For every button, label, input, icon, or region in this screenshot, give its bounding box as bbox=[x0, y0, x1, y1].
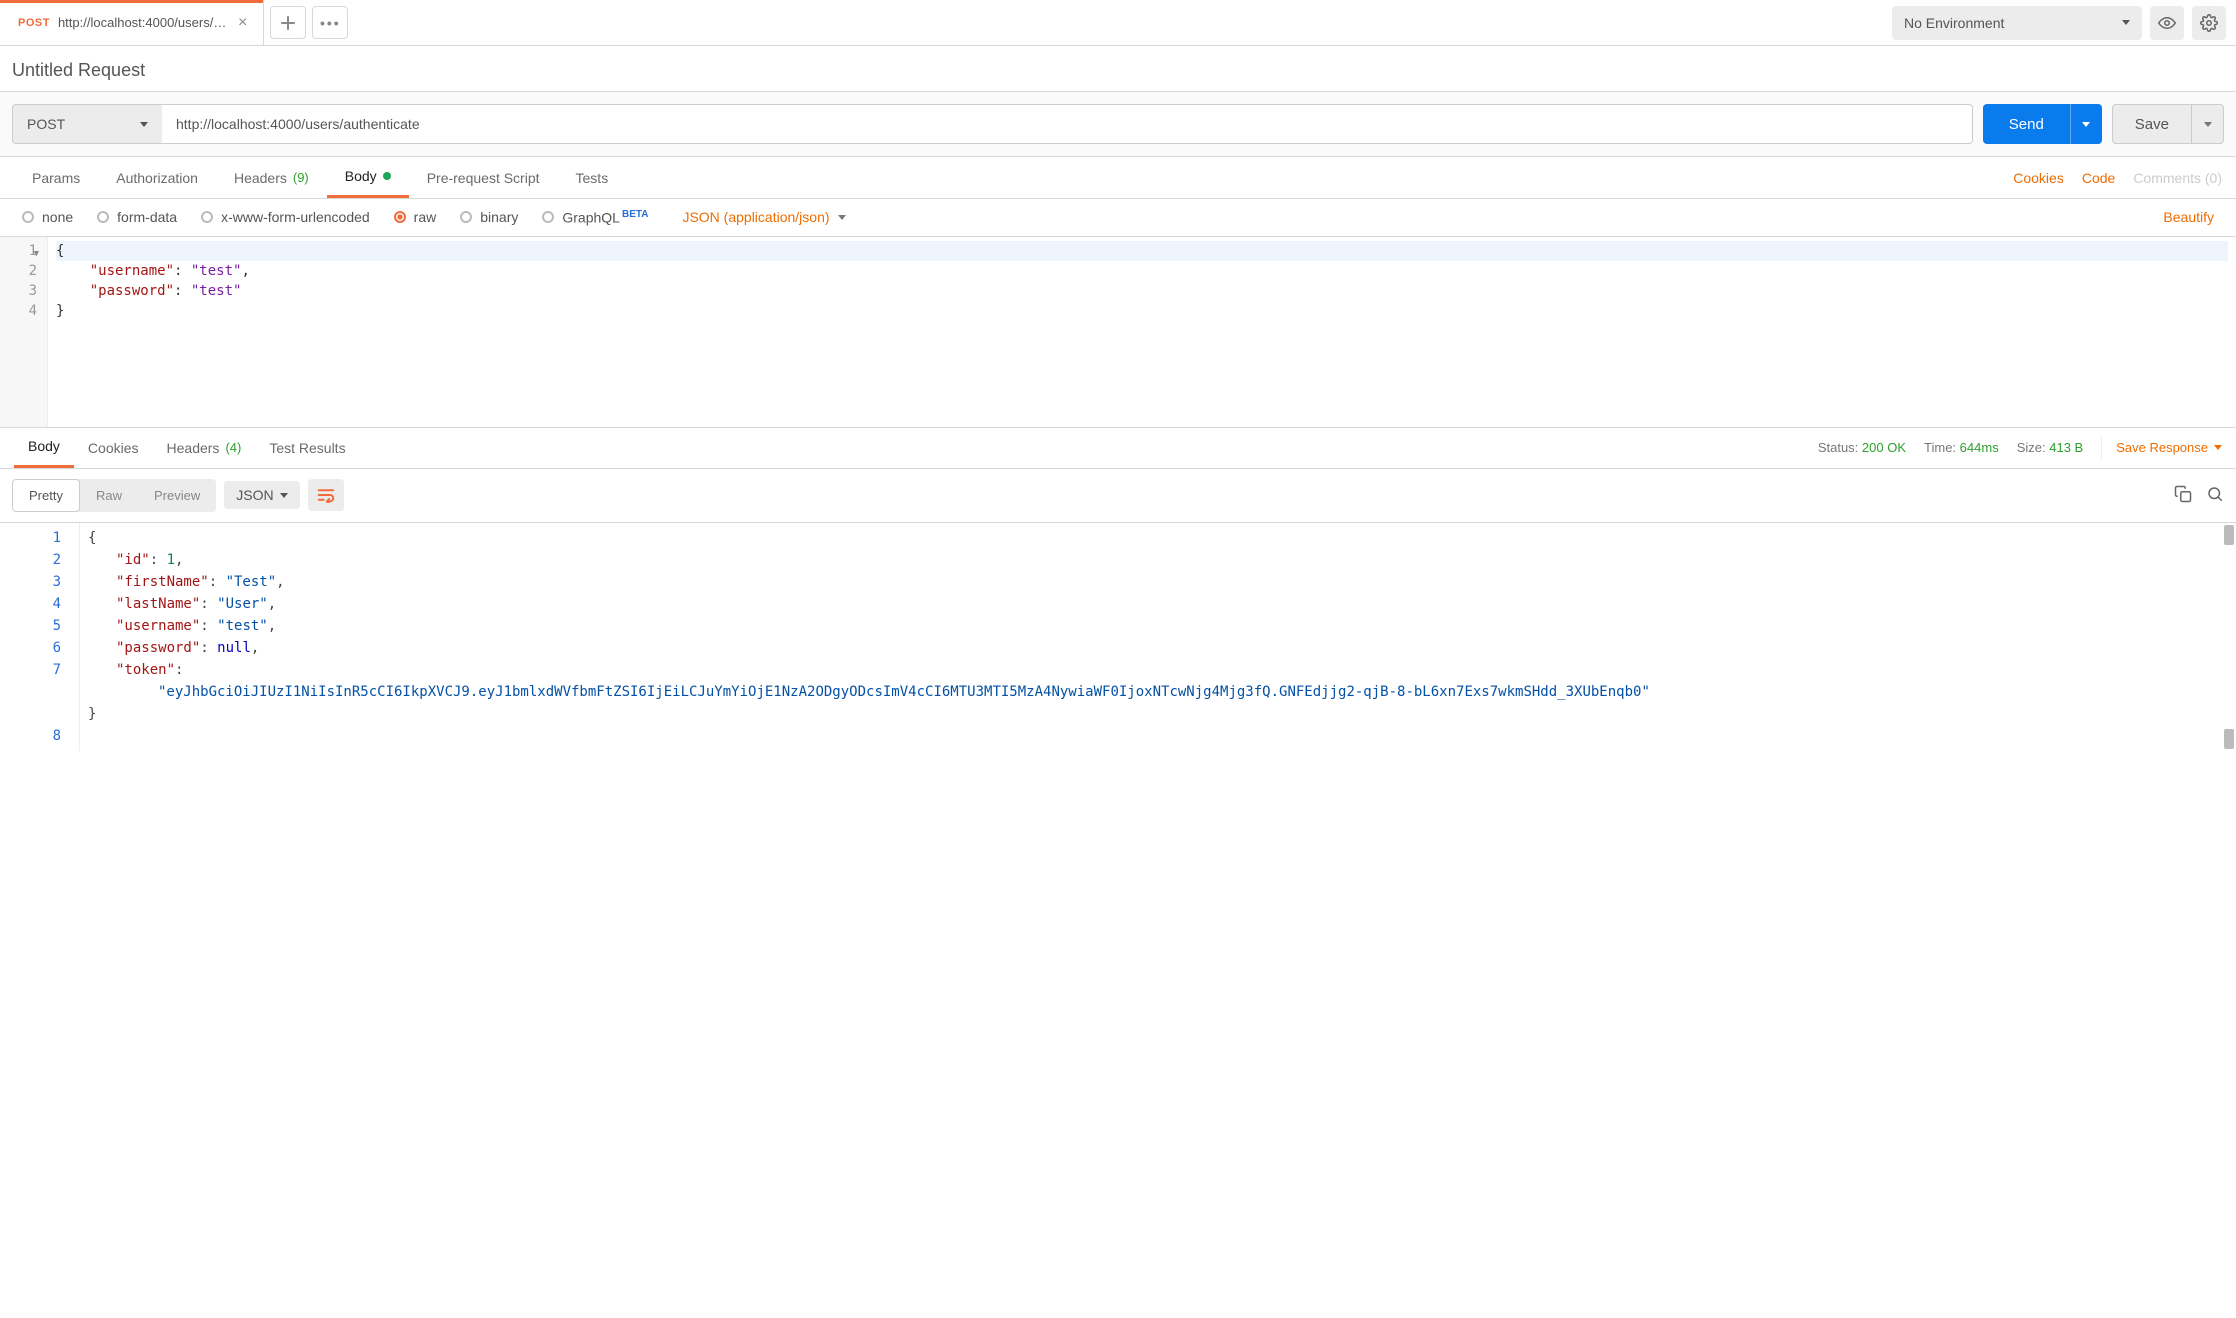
response-tab-headers[interactable]: Headers (4) bbox=[153, 428, 256, 468]
body-mode-none[interactable]: none bbox=[22, 209, 73, 225]
body-mode-row: none form-data x-www-form-urlencoded raw… bbox=[0, 199, 2236, 237]
body-mode-graphql[interactable]: GraphQLBETA bbox=[542, 209, 648, 226]
send-dropdown-button[interactable] bbox=[2070, 104, 2102, 144]
view-preview[interactable]: Preview bbox=[138, 479, 216, 512]
response-format-selector[interactable]: JSON bbox=[224, 481, 299, 509]
save-button[interactable]: Save bbox=[2112, 104, 2192, 144]
request-body-editor[interactable]: 1▼ 2 3 4 { "username": "test", "password… bbox=[0, 237, 2236, 427]
body-mode-xwww[interactable]: x-www-form-urlencoded bbox=[201, 209, 370, 225]
tab-body[interactable]: Body bbox=[327, 157, 409, 198]
url-row: POST Send Save bbox=[0, 92, 2236, 157]
content-type-selector[interactable]: JSON (application/json) bbox=[682, 209, 845, 225]
content-type-label: JSON (application/json) bbox=[682, 209, 829, 225]
wrap-lines-button[interactable] bbox=[308, 479, 344, 511]
wrap-icon bbox=[316, 487, 336, 503]
status-value: 200 OK bbox=[1862, 440, 1906, 455]
time-value: 644ms bbox=[1960, 440, 1999, 455]
response-view-segment: Pretty Raw Preview bbox=[12, 479, 216, 512]
http-method-label: POST bbox=[27, 116, 65, 132]
size-value: 413 B bbox=[2049, 440, 2083, 455]
search-icon bbox=[2206, 485, 2224, 503]
tab-tests[interactable]: Tests bbox=[558, 157, 627, 198]
response-code[interactable]: { "id": 1, "firstName": "Test", "lastNam… bbox=[80, 523, 2236, 751]
url-input-group: POST bbox=[12, 104, 1973, 144]
top-right-controls: No Environment bbox=[1882, 6, 2236, 40]
tabs-region: POST http://localhost:4000/users/a... × … bbox=[0, 0, 1882, 45]
chevron-down-icon bbox=[2082, 122, 2090, 127]
tab-overflow-button[interactable]: ••• bbox=[312, 6, 348, 39]
view-raw[interactable]: Raw bbox=[80, 479, 138, 512]
tab-method-badge: POST bbox=[18, 17, 50, 29]
editor-code[interactable]: { "username": "test", "password": "test"… bbox=[48, 237, 2236, 427]
close-icon[interactable]: × bbox=[236, 13, 249, 33]
response-toolbar: Pretty Raw Preview JSON bbox=[0, 469, 2236, 523]
new-tab-button[interactable] bbox=[270, 6, 306, 39]
scrollbar-thumb[interactable] bbox=[2224, 525, 2234, 545]
view-pretty[interactable]: Pretty bbox=[12, 479, 80, 512]
body-mode-binary[interactable]: binary bbox=[460, 209, 518, 225]
send-button-group: Send bbox=[1983, 104, 2102, 144]
request-tabs: Params Authorization Headers (9) Body Pr… bbox=[0, 157, 2236, 199]
response-headers-count: (4) bbox=[225, 440, 241, 455]
request-title[interactable]: Untitled Request bbox=[12, 60, 145, 80]
response-tabs: Body Cookies Headers (4) Test Results bbox=[14, 428, 360, 468]
size-label: Size: 413 B bbox=[2017, 440, 2084, 455]
request-tab[interactable]: POST http://localhost:4000/users/a... × bbox=[0, 0, 264, 45]
save-dropdown-button[interactable] bbox=[2192, 104, 2224, 144]
scrollbar-thumb[interactable] bbox=[2224, 729, 2234, 749]
search-button[interactable] bbox=[2206, 485, 2224, 506]
gear-icon bbox=[2200, 14, 2218, 32]
comments-link[interactable]: Comments (0) bbox=[2133, 170, 2222, 186]
status-label: Status: 200 OK bbox=[1818, 440, 1906, 455]
environment-label: No Environment bbox=[1904, 15, 2004, 31]
tab-title: http://localhost:4000/users/a... bbox=[58, 15, 228, 30]
chevron-down-icon bbox=[140, 122, 148, 127]
save-response-button[interactable]: Save Response bbox=[2101, 436, 2222, 460]
save-button-group: Save bbox=[2112, 104, 2224, 144]
cookies-link[interactable]: Cookies bbox=[2013, 170, 2064, 186]
code-link[interactable]: Code bbox=[2082, 170, 2115, 186]
request-tabs-right: Cookies Code Comments (0) bbox=[2013, 170, 2222, 186]
chevron-down-icon bbox=[280, 493, 288, 498]
time-label: Time: 644ms bbox=[1924, 440, 1999, 455]
response-tab-cookies[interactable]: Cookies bbox=[74, 428, 153, 468]
tab-headers[interactable]: Headers (9) bbox=[216, 157, 327, 198]
chevron-down-icon bbox=[2122, 20, 2130, 25]
body-mode-formdata[interactable]: form-data bbox=[97, 209, 177, 225]
top-strip: POST http://localhost:4000/users/a... × … bbox=[0, 0, 2236, 46]
copy-button[interactable] bbox=[2174, 485, 2192, 506]
tab-headers-label: Headers bbox=[234, 170, 287, 186]
response-gutter: 1234 567 8 bbox=[0, 523, 80, 751]
editor-gutter: 1▼ 2 3 4 bbox=[0, 237, 48, 427]
plus-icon bbox=[281, 16, 295, 30]
tab-prerequest[interactable]: Pre-request Script bbox=[409, 157, 558, 198]
dot-indicator-icon bbox=[383, 172, 391, 180]
environment-selector[interactable]: No Environment bbox=[1892, 6, 2142, 40]
chevron-down-icon bbox=[2214, 445, 2222, 450]
environment-quicklook-button[interactable] bbox=[2150, 6, 2184, 40]
ellipsis-icon: ••• bbox=[320, 15, 341, 31]
response-tab-testresults[interactable]: Test Results bbox=[255, 428, 359, 468]
response-header: Body Cookies Headers (4) Test Results St… bbox=[0, 427, 2236, 469]
tab-authorization[interactable]: Authorization bbox=[98, 157, 216, 198]
send-button[interactable]: Send bbox=[1983, 104, 2070, 144]
beta-badge: BETA bbox=[622, 209, 648, 220]
request-title-row: Untitled Request bbox=[0, 46, 2236, 92]
body-mode-raw[interactable]: raw bbox=[394, 209, 437, 225]
response-toolbar-right bbox=[2174, 485, 2224, 506]
tab-body-label: Body bbox=[345, 168, 377, 184]
http-method-selector[interactable]: POST bbox=[12, 104, 162, 144]
response-tab-body[interactable]: Body bbox=[14, 428, 74, 468]
response-meta: Status: 200 OK Time: 644ms Size: 413 B S… bbox=[1818, 436, 2222, 460]
tab-params[interactable]: Params bbox=[14, 157, 98, 198]
chevron-down-icon bbox=[2204, 122, 2212, 127]
eye-icon bbox=[2158, 14, 2176, 32]
copy-icon bbox=[2174, 485, 2192, 503]
headers-count-badge: (9) bbox=[293, 170, 309, 185]
beautify-button[interactable]: Beautify bbox=[2163, 209, 2214, 225]
response-body-editor[interactable]: 1234 567 8 { "id": 1, "firstName": "Test… bbox=[0, 523, 2236, 751]
settings-button[interactable] bbox=[2192, 6, 2226, 40]
chevron-down-icon bbox=[838, 215, 846, 220]
url-input[interactable] bbox=[162, 104, 1973, 144]
